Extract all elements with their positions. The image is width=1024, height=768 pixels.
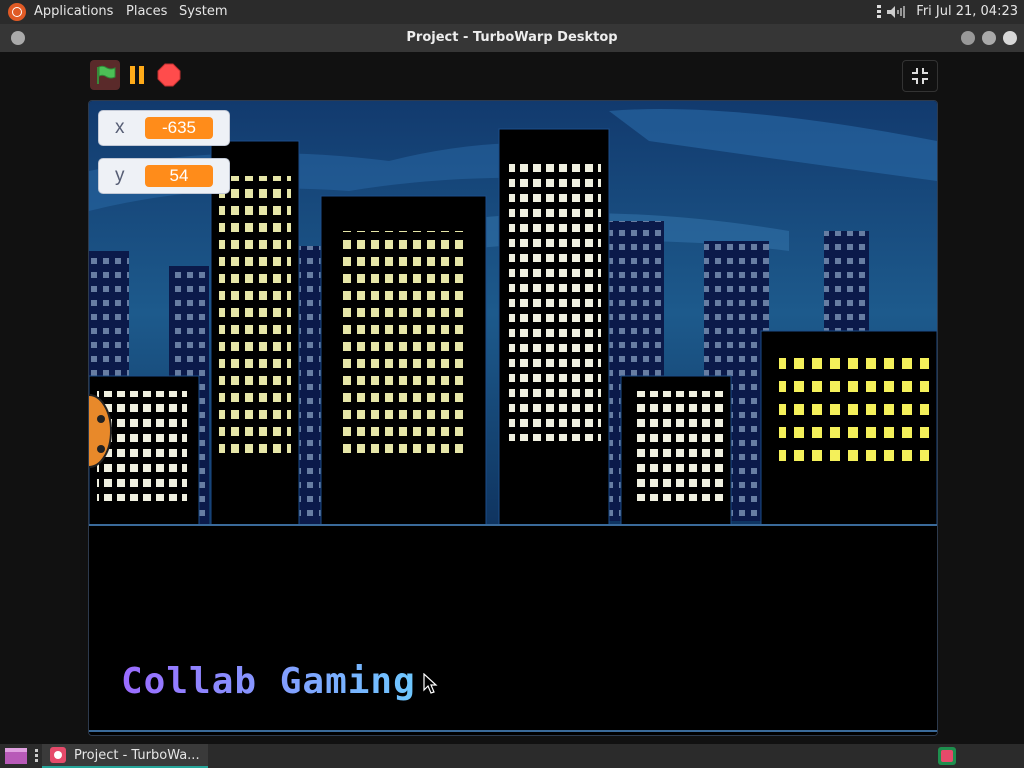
bottom-taskbar: Project - TurboWa... (0, 744, 1024, 768)
unfullscreen-icon (912, 68, 928, 84)
taskbar-handle-icon (35, 749, 38, 762)
pause-icon (130, 66, 144, 84)
clock[interactable]: Fri Jul 21, 04:23 (916, 4, 1018, 19)
window-title: Project - TurboWarp Desktop (406, 30, 618, 45)
variable-monitor-x[interactable]: x -635 (98, 110, 230, 146)
close-button[interactable] (1003, 31, 1017, 45)
pause-button[interactable] (122, 60, 152, 90)
mouse-cursor-icon (423, 673, 438, 694)
collab-gaming-text: Collab Gaming (121, 661, 416, 702)
system-tray: Fri Jul 21, 04:23 (864, 0, 1024, 24)
show-desktop-icon[interactable] (4, 747, 28, 765)
turbowarp-app: x -635 y 54 Collab Gaming (0, 52, 1024, 744)
maximize-button[interactable] (982, 31, 996, 45)
window-menu-button[interactable] (11, 31, 25, 45)
city-backdrop (89, 101, 937, 735)
taskbar-item-label: Project - TurboWa... (74, 748, 200, 763)
monitor-value-x: -635 (145, 117, 213, 139)
places-menu[interactable]: Places (126, 4, 167, 19)
stage[interactable]: x -635 y 54 Collab Gaming (88, 100, 938, 736)
monitor-value-y: 54 (145, 165, 213, 187)
taskbar-item-turbowarp[interactable]: Project - TurboWa... (42, 744, 208, 768)
turbowarp-icon (50, 747, 66, 763)
tray-menu-icon[interactable] (875, 4, 883, 20)
green-flag-button[interactable] (90, 60, 120, 90)
window-titlebar[interactable]: Project - TurboWarp Desktop (0, 24, 1024, 52)
variable-monitor-y[interactable]: y 54 (98, 158, 230, 194)
fullscreen-exit-button[interactable] (902, 60, 938, 92)
monitor-label-x: x (115, 117, 125, 138)
top-panel: Applications Places System Fri Jul 21, 0… (0, 0, 1024, 24)
stop-icon (157, 63, 181, 87)
green-flag-icon (97, 65, 116, 84)
applications-menu[interactable]: Applications (34, 4, 113, 19)
turbowarp-tray-icon[interactable] (938, 747, 956, 765)
stop-button[interactable] (154, 60, 184, 90)
monitor-label-y: y (115, 165, 125, 186)
volume-icon[interactable] (886, 5, 906, 19)
minimize-button[interactable] (961, 31, 975, 45)
ubuntu-logo-icon[interactable] (8, 3, 26, 21)
system-menu[interactable]: System (179, 4, 227, 19)
